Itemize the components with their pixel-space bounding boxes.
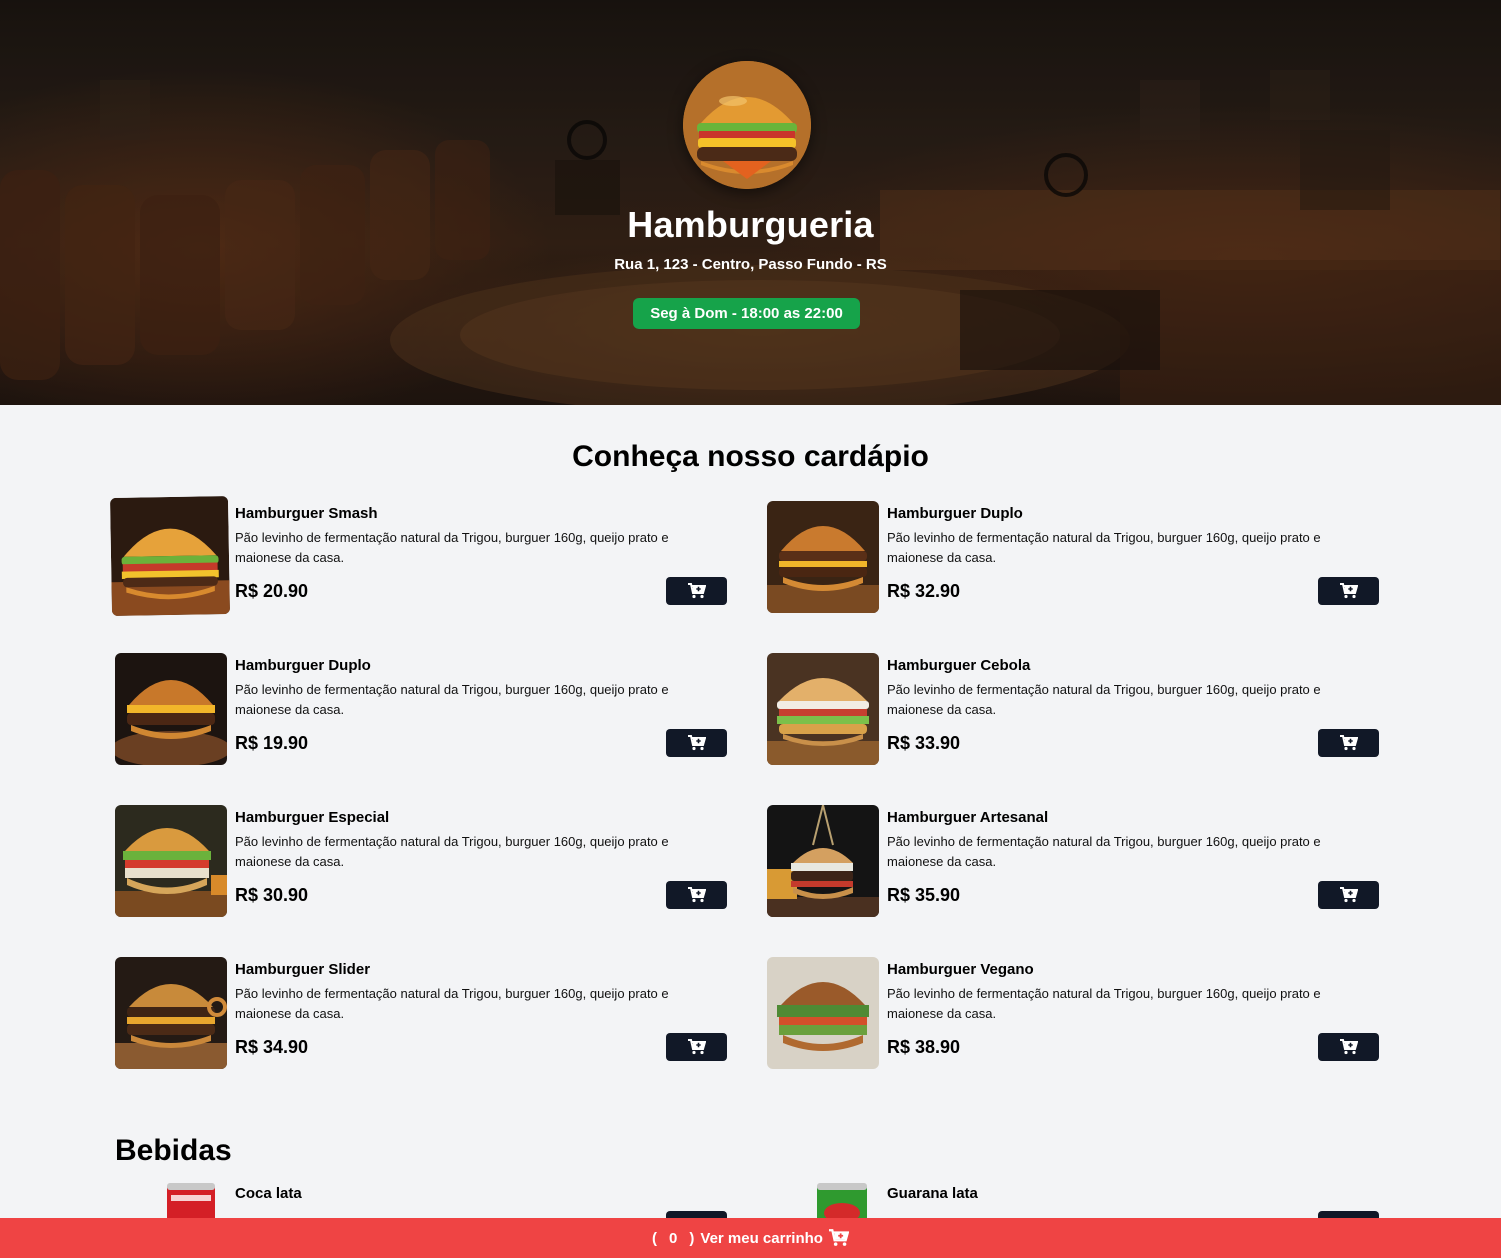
add-to-cart-button[interactable] bbox=[1318, 577, 1379, 605]
item-description: Pão levinho de fermentação natural da Tr… bbox=[235, 834, 669, 869]
item-name: Hamburguer Slider bbox=[235, 961, 371, 978]
cart-plus-icon bbox=[687, 583, 706, 599]
item-description: Pão levinho de fermentação natural da Tr… bbox=[887, 986, 1321, 1021]
drinks-section-title: Bebidas bbox=[115, 1134, 232, 1167]
cart-plus-icon bbox=[687, 1039, 706, 1055]
burger-image bbox=[767, 805, 879, 917]
item-name: Hamburguer Duplo bbox=[887, 505, 1023, 522]
item-name: Hamburguer Cebola bbox=[887, 657, 1031, 674]
cart-plus-icon bbox=[1339, 583, 1358, 599]
hero-banner: Hamburgueria Rua 1, 123 - Centro, Passo … bbox=[0, 0, 1501, 405]
cart-plus-icon bbox=[687, 887, 706, 903]
opening-hours-badge: Seg à Dom - 18:00 as 22:00 bbox=[633, 298, 860, 329]
item-name: Hamburguer Especial bbox=[235, 809, 390, 826]
menu-item: Hamburguer Duplo Pão levinho de fermenta… bbox=[115, 653, 727, 767]
restaurant-address: Rua 1, 123 - Centro, Passo Fundo - RS bbox=[614, 256, 887, 273]
drink-name: Guarana lata bbox=[887, 1185, 978, 1202]
menu-item: Hamburguer Artesanal Pão levinho de ferm… bbox=[767, 805, 1379, 919]
cart-plus-icon bbox=[1339, 1039, 1358, 1055]
cart-label: Ver meu carrinho bbox=[700, 1229, 823, 1247]
cart-count-close: ) bbox=[689, 1229, 695, 1247]
cart-plus-icon bbox=[687, 735, 706, 751]
cart-plus-icon bbox=[1339, 887, 1358, 903]
burger-image bbox=[115, 805, 227, 917]
item-price: R$ 33.90 bbox=[887, 733, 961, 753]
item-price: R$ 30.90 bbox=[235, 885, 309, 905]
menu-item: Hamburguer Slider Pão levinho de ferment… bbox=[115, 957, 727, 1071]
item-description: Pão levinho de fermentação natural da Tr… bbox=[887, 834, 1321, 869]
menu-title: Conheça nosso cardápio bbox=[572, 440, 929, 473]
add-to-cart-button[interactable] bbox=[1318, 729, 1379, 757]
menu-item: Hamburguer Duplo Pão levinho de fermenta… bbox=[767, 501, 1379, 615]
cart-count-open: ( bbox=[652, 1229, 658, 1247]
item-price: R$ 19.90 bbox=[235, 733, 309, 753]
menu-item: Hamburguer Smash Pão levinho de fermenta… bbox=[109, 495, 727, 617]
add-to-cart-button[interactable] bbox=[666, 1033, 727, 1061]
add-to-cart-button[interactable] bbox=[1318, 881, 1379, 909]
add-to-cart-button[interactable] bbox=[1318, 1033, 1379, 1061]
item-description: Pão levinho de fermentação natural da Tr… bbox=[235, 682, 669, 717]
item-description: Pão levinho de fermentação natural da Tr… bbox=[235, 986, 669, 1021]
view-cart-button[interactable]: ( 0 ) Ver meu carrinho bbox=[0, 1218, 1501, 1258]
item-name: Hamburguer Duplo bbox=[235, 657, 371, 674]
item-name: Hamburguer Smash bbox=[235, 505, 378, 522]
menu-item: Hamburguer Especial Pão levinho de ferme… bbox=[115, 805, 727, 919]
burger-image bbox=[115, 957, 227, 1069]
cart-count: 0 bbox=[669, 1229, 678, 1247]
add-to-cart-button[interactable] bbox=[666, 729, 727, 757]
logo-burger-image bbox=[683, 61, 811, 189]
menu-item: Hamburguer Cebola Pão levinho de ferment… bbox=[767, 653, 1379, 767]
burger-image bbox=[115, 653, 227, 765]
drink-name: Coca lata bbox=[235, 1185, 302, 1202]
cart-icon bbox=[828, 1229, 849, 1246]
item-price: R$ 34.90 bbox=[235, 1037, 309, 1057]
menu-item: Hamburguer Vegano Pão levinho de ferment… bbox=[767, 957, 1379, 1071]
item-name: Hamburguer Vegano bbox=[887, 961, 1034, 978]
burger-image bbox=[767, 501, 879, 613]
burger-image bbox=[109, 495, 231, 617]
item-price: R$ 20.90 bbox=[235, 581, 309, 601]
item-description: Pão levinho de fermentação natural da Tr… bbox=[887, 682, 1321, 717]
item-description: Pão levinho de fermentação natural da Tr… bbox=[887, 530, 1321, 565]
item-price: R$ 38.90 bbox=[887, 1037, 961, 1057]
restaurant-name: Hamburgueria bbox=[627, 204, 874, 245]
add-to-cart-button[interactable] bbox=[666, 577, 727, 605]
item-name: Hamburguer Artesanal bbox=[887, 809, 1049, 826]
add-to-cart-button[interactable] bbox=[666, 881, 727, 909]
burger-image bbox=[767, 957, 879, 1069]
cart-plus-icon bbox=[1339, 735, 1358, 751]
item-description: Pão levinho de fermentação natural da Tr… bbox=[235, 530, 669, 565]
item-price: R$ 32.90 bbox=[887, 581, 961, 601]
burger-image bbox=[767, 653, 879, 765]
item-price: R$ 35.90 bbox=[887, 885, 961, 905]
